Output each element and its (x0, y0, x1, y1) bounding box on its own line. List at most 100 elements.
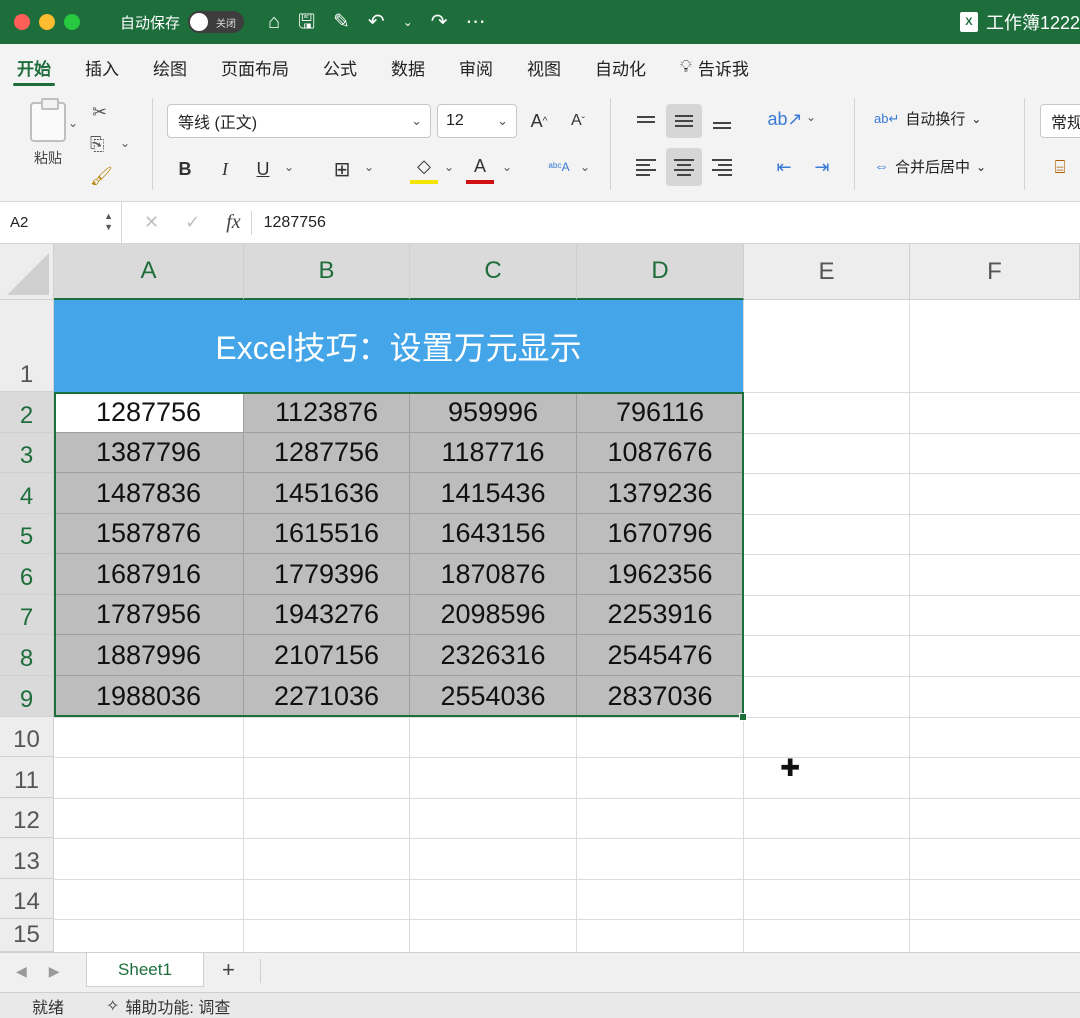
wrap-text-button[interactable]: ab↵ 自动换行 ⌄ (874, 108, 981, 129)
row-header-1[interactable]: 1 (0, 300, 54, 392)
cell-a8[interactable]: 1887996 (54, 635, 244, 676)
sheet-tab-sheet1[interactable]: Sheet1 (86, 953, 204, 987)
cell-b3[interactable]: 1287756 (244, 433, 410, 473)
row-header-2[interactable]: 2 (0, 392, 54, 433)
merged-title-cell[interactable]: Excel技巧：设置万元显示 (54, 300, 743, 392)
spreadsheet-grid[interactable]: A B C D E F 1 2 3 4 5 6 7 8 9 10 11 12 1… (0, 244, 1080, 952)
cell-b7[interactable]: 1943276 (244, 595, 410, 635)
cell-b5[interactable]: 1615516 (244, 514, 410, 554)
chevron-down-icon[interactable]: ⌄ (284, 160, 294, 174)
cell-d8[interactable]: 2545476 (577, 635, 744, 676)
cell-a4[interactable]: 1487836 (54, 473, 244, 514)
column-header-d[interactable]: D (577, 244, 744, 300)
row-header-10[interactable]: 10 (0, 717, 54, 757)
save-as-icon[interactable]: ✎ (333, 12, 350, 32)
underline-button[interactable]: U (250, 154, 276, 184)
cell-c4[interactable]: 1415436 (410, 473, 577, 514)
tab-formulas[interactable]: 公式 (306, 44, 374, 90)
row-header-15[interactable]: 15 (0, 919, 54, 952)
align-top-icon[interactable] (632, 104, 660, 134)
cell-c8[interactable]: 2326316 (410, 635, 577, 676)
cell-b9[interactable]: 2271036 (244, 676, 410, 717)
chevron-down-icon[interactable]: ⌄ (364, 160, 374, 174)
row-header-5[interactable]: 5 (0, 514, 54, 554)
cell-d4[interactable]: 1379236 (577, 473, 744, 514)
cell-b6[interactable]: 1779396 (244, 554, 410, 595)
tab-automate[interactable]: 自动化 (578, 44, 663, 90)
paste-button[interactable]: 粘贴 (18, 98, 78, 168)
cut-icon[interactable]: ✂ (92, 102, 107, 123)
cell-d2[interactable]: 796116 (577, 392, 744, 433)
formula-input[interactable]: 1287756 (264, 214, 326, 232)
cell-c6[interactable]: 1870876 (410, 554, 577, 595)
bold-button[interactable]: B (172, 154, 198, 184)
confirm-icon[interactable]: ✓ (185, 212, 200, 233)
row-header-12[interactable]: 12 (0, 798, 54, 838)
column-header-f[interactable]: F (910, 244, 1080, 300)
cell-c9[interactable]: 2554036 (410, 676, 577, 717)
tab-home[interactable]: 开始 (0, 44, 68, 90)
font-size-select[interactable]: 12 ⌄ (437, 104, 517, 138)
cancel-icon[interactable]: ✕ (144, 212, 159, 233)
tab-draw[interactable]: 绘图 (136, 44, 204, 90)
insert-function-button[interactable]: fx (226, 211, 240, 234)
decrease-font-icon[interactable]: Aˇ (565, 106, 591, 136)
fill-handle[interactable] (739, 713, 747, 721)
align-right-icon[interactable] (708, 152, 736, 182)
font-name-select[interactable]: 等线 (正文) ⌄ (167, 104, 431, 138)
format-painter-icon[interactable]: 🖌︎ (90, 166, 113, 187)
chevron-down-icon[interactable]: ⌄ (580, 160, 590, 174)
cell-a3[interactable]: 1387796 (54, 433, 244, 473)
cell-a7[interactable]: 1787956 (54, 595, 244, 635)
fill-color-icon[interactable]: ◇ (410, 152, 438, 184)
minimize-window-button[interactable] (39, 14, 55, 30)
chevron-down-icon[interactable]: ⌄ (502, 160, 512, 174)
cell-d5[interactable]: 1670796 (577, 514, 744, 554)
row-header-4[interactable]: 4 (0, 473, 54, 514)
decrease-indent-icon[interactable]: ⇤ (770, 152, 798, 182)
cell-a6[interactable]: 1687916 (54, 554, 244, 595)
accessibility-status[interactable]: ✧ 辅助功能: 调查 (106, 994, 230, 1018)
autosave-toggle[interactable]: 关闭 (188, 11, 245, 33)
cell-a2[interactable]: 1287756 (54, 392, 244, 433)
tab-view[interactable]: 视图 (510, 44, 578, 90)
chevron-down-icon[interactable]: ⌄ (120, 136, 130, 150)
cell-c7[interactable]: 2098596 (410, 595, 577, 635)
prev-sheet-icon[interactable]: ◀ (16, 963, 27, 980)
cell-c3[interactable]: 1187716 (410, 433, 577, 473)
tab-data[interactable]: 数据 (374, 44, 442, 90)
row-header-8[interactable]: 8 (0, 635, 54, 676)
column-header-a[interactable]: A (54, 244, 244, 300)
add-sheet-button[interactable]: + (222, 957, 235, 983)
column-header-b[interactable]: B (244, 244, 410, 300)
row-header-11[interactable]: 11 (0, 757, 54, 798)
name-box-stepper-icon[interactable]: ▲ ▼ (104, 211, 113, 233)
save-icon[interactable]: 🖫 (298, 12, 315, 32)
cell-a5[interactable]: 1587876 (54, 514, 244, 554)
font-color-icon[interactable]: A (466, 152, 494, 184)
chevron-down-icon[interactable]: ⌄ (806, 110, 816, 124)
cell-d9[interactable]: 2837036 (577, 676, 744, 717)
tab-review[interactable]: 审阅 (442, 44, 510, 90)
column-header-e[interactable]: E (744, 244, 910, 300)
row-header-6[interactable]: 6 (0, 554, 54, 595)
text-effects-icon[interactable]: ᵃᵇᶜA (544, 150, 574, 184)
cell-d7[interactable]: 2253916 (577, 595, 744, 635)
align-left-icon[interactable] (632, 152, 660, 182)
name-box[interactable]: A2 ▲ ▼ (0, 201, 122, 244)
increase-font-icon[interactable]: A ^ (526, 106, 552, 136)
chevron-down-icon[interactable]: ⌄ (403, 16, 413, 28)
chevron-down-icon[interactable]: ⌄ (68, 116, 78, 130)
align-center-icon[interactable] (666, 148, 702, 186)
row-header-3[interactable]: 3 (0, 433, 54, 473)
align-middle-icon[interactable] (666, 104, 702, 138)
merge-center-button[interactable]: ⇔ 合并后居中 ⌄ (874, 156, 986, 177)
row-header-13[interactable]: 13 (0, 838, 54, 879)
column-header-c[interactable]: C (410, 244, 577, 300)
more-icon[interactable]: ⋯ (466, 12, 486, 32)
italic-button[interactable]: I (212, 154, 238, 184)
cell-b4[interactable]: 1451636 (244, 473, 410, 514)
cell-d6[interactable]: 1962356 (577, 554, 744, 595)
cell-b8[interactable]: 2107156 (244, 635, 410, 676)
tab-insert[interactable]: 插入 (68, 44, 136, 90)
